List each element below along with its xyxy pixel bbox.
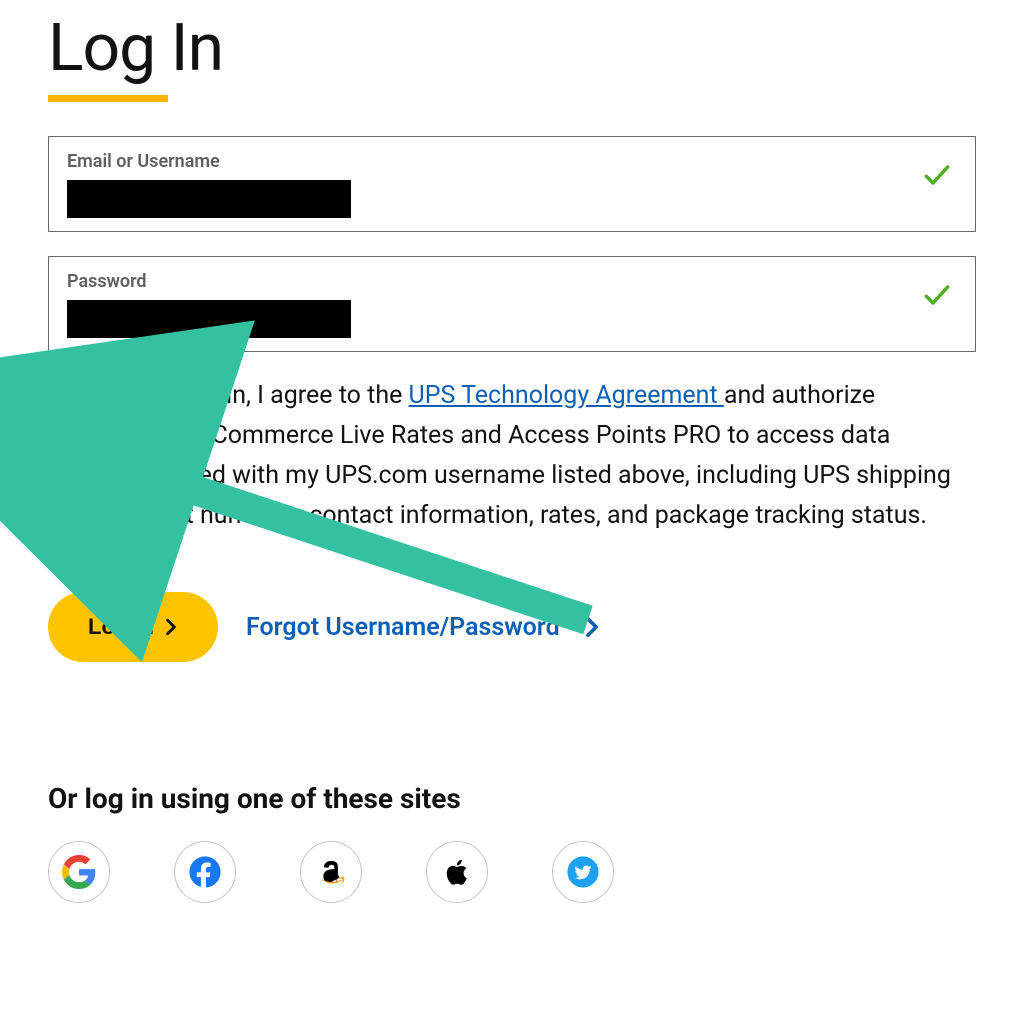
ups-technology-agreement-link[interactable]: UPS Technology Agreement	[409, 381, 724, 410]
google-icon	[62, 855, 96, 889]
apple-icon	[440, 855, 474, 889]
consent-pre: By logging in, I agree to the	[104, 381, 409, 410]
action-row: Log In Forgot Username/Password	[48, 592, 976, 662]
checkmark-icon	[921, 159, 953, 191]
password-input[interactable]	[67, 300, 351, 338]
alt-login-heading: Or log in using one of these sites	[48, 782, 976, 815]
username-label: Email or Username	[67, 151, 957, 172]
apple-login-button[interactable]	[426, 841, 488, 903]
amazon-icon	[314, 855, 348, 889]
consent-checkbox[interactable]	[48, 378, 82, 412]
consent-text: By logging in, I agree to the UPS Techno…	[104, 376, 976, 536]
consent-row: By logging in, I agree to the UPS Techno…	[48, 376, 976, 536]
password-label: Password	[67, 271, 957, 292]
password-field-container[interactable]: Password	[48, 256, 976, 352]
amazon-login-button[interactable]	[300, 841, 362, 903]
social-row	[48, 841, 976, 903]
username-input[interactable]	[67, 180, 351, 218]
forgot-link-label: Forgot Username/Password	[246, 613, 560, 642]
facebook-login-button[interactable]	[174, 841, 236, 903]
page-title: Log In	[48, 10, 976, 87]
forgot-link[interactable]: Forgot Username/Password	[246, 613, 600, 642]
login-button[interactable]: Log In	[48, 592, 218, 662]
checkmark-icon	[921, 279, 953, 311]
twitter-login-button[interactable]	[552, 841, 614, 903]
facebook-icon	[188, 855, 222, 889]
chevron-right-icon	[164, 618, 178, 636]
google-login-button[interactable]	[48, 841, 110, 903]
login-button-label: Log In	[88, 614, 154, 640]
chevron-right-icon	[584, 616, 600, 638]
username-field-container[interactable]: Email or Username	[48, 136, 976, 232]
twitter-icon	[566, 855, 600, 889]
title-underline	[48, 95, 168, 102]
